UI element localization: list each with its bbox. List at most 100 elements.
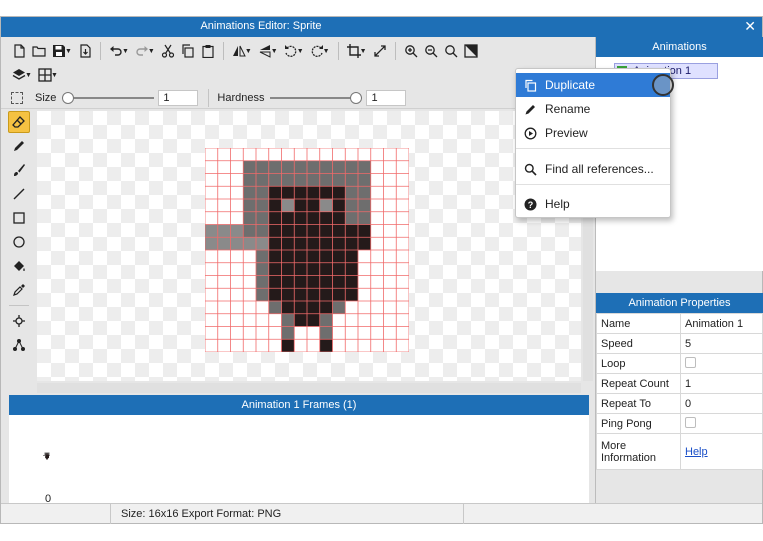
eraser-tool[interactable] xyxy=(8,111,30,133)
resize-icon[interactable] xyxy=(370,41,390,61)
sprite-pixel xyxy=(45,453,46,454)
crop-dropdown-arrow[interactable]: ▼ xyxy=(360,48,367,55)
sprite-pixel xyxy=(49,452,50,453)
brush-tool[interactable] xyxy=(8,159,30,181)
sprite-pixel xyxy=(268,211,282,225)
rectangle-tool[interactable] xyxy=(8,207,30,229)
sprite-pixel xyxy=(47,455,48,456)
animations-panel-title: Animations xyxy=(596,37,763,57)
eyedropper-tool[interactable] xyxy=(8,279,30,301)
sprite-pixel xyxy=(319,313,333,327)
sprite-pixel xyxy=(45,453,46,454)
drawing-canvas[interactable] xyxy=(37,111,581,381)
menu-item-help[interactable]: ? Help xyxy=(516,192,670,216)
sprite-pixel xyxy=(46,458,47,459)
close-icon[interactable]: ✕ xyxy=(744,18,756,35)
zoom-in-icon[interactable] xyxy=(401,41,421,61)
frame-thumbnail[interactable] xyxy=(43,451,51,461)
size-slider[interactable] xyxy=(62,91,155,104)
hardness-value-field[interactable]: 1 xyxy=(366,89,407,106)
collision-points-tool[interactable] xyxy=(8,334,30,356)
menu-item-preview[interactable]: Preview xyxy=(516,121,670,145)
sprite-pixel xyxy=(281,237,295,250)
sprite-pixel xyxy=(205,237,218,250)
sprite-pixel xyxy=(45,456,46,457)
sprite-pixel xyxy=(47,455,48,456)
sprite-pixel xyxy=(294,250,307,263)
name-value-field[interactable]: Animation 1 xyxy=(680,313,763,334)
layers-dropdown-arrow[interactable]: ▼ xyxy=(25,72,32,79)
export-icon[interactable] xyxy=(75,41,95,61)
sprite-pixel xyxy=(45,457,46,458)
save-dropdown-arrow[interactable]: ▼ xyxy=(65,48,72,55)
origin-tool[interactable] xyxy=(8,310,30,332)
sprite-pixel xyxy=(281,262,295,276)
open-folder-icon[interactable] xyxy=(29,41,49,61)
sprite-pixel xyxy=(243,237,256,250)
property-row: Speed 5 xyxy=(596,333,763,354)
toggle-grid-icon[interactable] xyxy=(461,41,481,61)
sprite-image[interactable] xyxy=(205,148,409,352)
toolbar-separator xyxy=(337,42,339,60)
menu-item-duplicate[interactable]: Duplicate xyxy=(516,73,670,97)
ellipse-tool[interactable] xyxy=(8,231,30,253)
sprite-pixel xyxy=(46,456,47,457)
repeat-to-value-field[interactable]: 0 xyxy=(680,393,763,414)
sprite-pixel xyxy=(319,288,333,301)
menu-item-rename[interactable]: Rename xyxy=(516,97,670,121)
hardness-slider[interactable] xyxy=(270,91,363,104)
flip-vertical-dropdown-arrow[interactable]: ▼ xyxy=(271,48,278,55)
sprite-pixel xyxy=(307,199,320,212)
sprite-pixel xyxy=(358,160,371,174)
fill-bucket-tool[interactable] xyxy=(8,255,30,277)
copy-icon[interactable] xyxy=(178,41,198,61)
sprite-pixel xyxy=(44,454,45,455)
sprite-pixel xyxy=(345,275,358,289)
size-slider-thumb[interactable] xyxy=(62,91,75,104)
sprite-pixel xyxy=(294,301,307,314)
paste-icon[interactable] xyxy=(198,41,218,61)
sprite-pixel xyxy=(48,453,49,454)
sprite-pixel xyxy=(44,455,45,456)
size-value-field[interactable]: 1 xyxy=(158,89,199,106)
sprite-pixel xyxy=(48,453,49,454)
sprite-pixel xyxy=(47,457,48,458)
sprite-pixel xyxy=(45,454,46,455)
sprite-pixel xyxy=(230,237,244,250)
sprite-pixel xyxy=(43,455,44,456)
options-separator xyxy=(208,88,210,107)
menu-item-find-all-references[interactable]: Find all references... xyxy=(516,157,670,181)
sprite-pixel xyxy=(294,160,307,174)
sprite-pixel xyxy=(332,237,346,250)
undo-dropdown-arrow[interactable]: ▼ xyxy=(122,48,129,55)
hardness-slider-thumb[interactable] xyxy=(350,91,363,104)
pencil-tool[interactable] xyxy=(8,135,30,157)
ping-pong-checkbox[interactable] xyxy=(685,416,696,428)
selection-toggle[interactable] xyxy=(11,91,23,104)
zoom-out-icon[interactable] xyxy=(421,41,441,61)
loop-checkbox[interactable] xyxy=(685,356,696,368)
rotate-right-dropdown-arrow[interactable]: ▼ xyxy=(323,48,330,55)
help-link[interactable]: Help xyxy=(685,446,708,458)
sprite-pixel xyxy=(281,186,295,199)
sprite-pixel xyxy=(268,224,282,238)
grid-dropdown-arrow[interactable]: ▼ xyxy=(51,72,58,79)
redo-dropdown-arrow[interactable]: ▼ xyxy=(148,48,155,55)
sprite-pixel xyxy=(48,452,49,453)
line-tool[interactable] xyxy=(8,183,30,205)
new-file-icon[interactable] xyxy=(9,41,29,61)
flip-horizontal-dropdown-arrow[interactable]: ▼ xyxy=(245,48,252,55)
more-information-cell: Help xyxy=(680,433,763,470)
sprite-pixel xyxy=(47,455,48,456)
sprite-pixel xyxy=(45,453,46,454)
pencil-icon xyxy=(525,104,535,114)
menu-separator xyxy=(516,184,670,185)
zoom-reset-icon[interactable] xyxy=(441,41,461,61)
repeat-count-value-field[interactable]: 1 xyxy=(680,373,763,394)
menu-item-label: Duplicate xyxy=(545,78,596,92)
cut-icon[interactable] xyxy=(158,41,178,61)
canvas-horizontal-scrollbar[interactable] xyxy=(37,383,581,393)
speed-value-field[interactable]: 5 xyxy=(680,333,763,354)
sprite-pixel xyxy=(44,452,45,453)
rotate-left-dropdown-arrow[interactable]: ▼ xyxy=(297,48,304,55)
